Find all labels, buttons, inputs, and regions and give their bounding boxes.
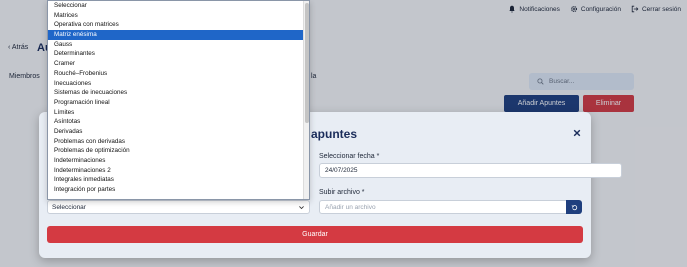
dropdown-option[interactable]: Determinantes xyxy=(48,49,304,59)
dropdown-option[interactable]: Cramer xyxy=(48,59,304,69)
dropdown-option[interactable]: Programación lineal xyxy=(48,98,304,108)
close-icon xyxy=(573,129,581,137)
topic-select[interactable]: Seleccionar xyxy=(47,200,310,214)
modal-title: apuntes xyxy=(311,127,358,141)
dropdown-option[interactable]: Integración por partes xyxy=(48,185,304,195)
chevron-down-icon xyxy=(299,206,304,210)
date-label: Seleccionar fecha * xyxy=(319,153,380,160)
topic-options: Seleccionar Matrices Operativa con matrice… xyxy=(48,1,304,195)
dropdown-option[interactable]: Matrices xyxy=(48,11,304,21)
undo-icon xyxy=(571,204,577,210)
dropdown-option[interactable]: Seleccionar xyxy=(48,1,304,11)
dropdown-option[interactable]: Operativa con matrices xyxy=(48,20,304,30)
save-button[interactable]: Guardar xyxy=(47,226,583,243)
dropdown-option[interactable]: Derivadas xyxy=(48,127,304,137)
dropdown-option[interactable]: Gauss xyxy=(48,40,304,50)
dropdown-option[interactable]: Sistemas de inecuaciones xyxy=(48,88,304,98)
dropdown-option[interactable]: Problemas de optimización xyxy=(48,146,304,156)
upload-button[interactable] xyxy=(566,200,582,214)
file-label: Subir archivo * xyxy=(319,189,365,196)
dropdown-option[interactable]: Indeterminaciones xyxy=(48,156,304,166)
date-input[interactable]: 24/07/2025 xyxy=(319,163,622,178)
dropdown-option[interactable]: Indeterminaciones 2 xyxy=(48,166,304,176)
topic-dropdown-list[interactable]: Seleccionar Matrices Operativa con matrice… xyxy=(47,0,310,200)
file-input[interactable]: Añadir un archivo xyxy=(319,200,566,214)
close-button[interactable] xyxy=(571,127,583,139)
dropdown-option[interactable]: Rouché–Frobenius xyxy=(48,69,304,79)
file-placeholder: Añadir un archivo xyxy=(325,203,376,211)
dropdown-option[interactable]: Límites xyxy=(48,108,304,118)
dropdown-option[interactable]: Asíntotas xyxy=(48,117,304,127)
dropdown-option[interactable]: Problemas con derivadas xyxy=(48,137,304,147)
dropdown-option[interactable]: Matriz enésima xyxy=(48,30,304,40)
date-value: 24/07/2025 xyxy=(325,167,358,174)
dropdown-scrollbar-thumb[interactable] xyxy=(305,3,309,123)
dropdown-scrollbar[interactable] xyxy=(303,1,309,199)
topic-select-value: Seleccionar xyxy=(52,203,86,211)
dropdown-option[interactable]: Inecuaciones xyxy=(48,79,304,89)
dropdown-option[interactable]: Integrales inmediatas xyxy=(48,175,304,185)
